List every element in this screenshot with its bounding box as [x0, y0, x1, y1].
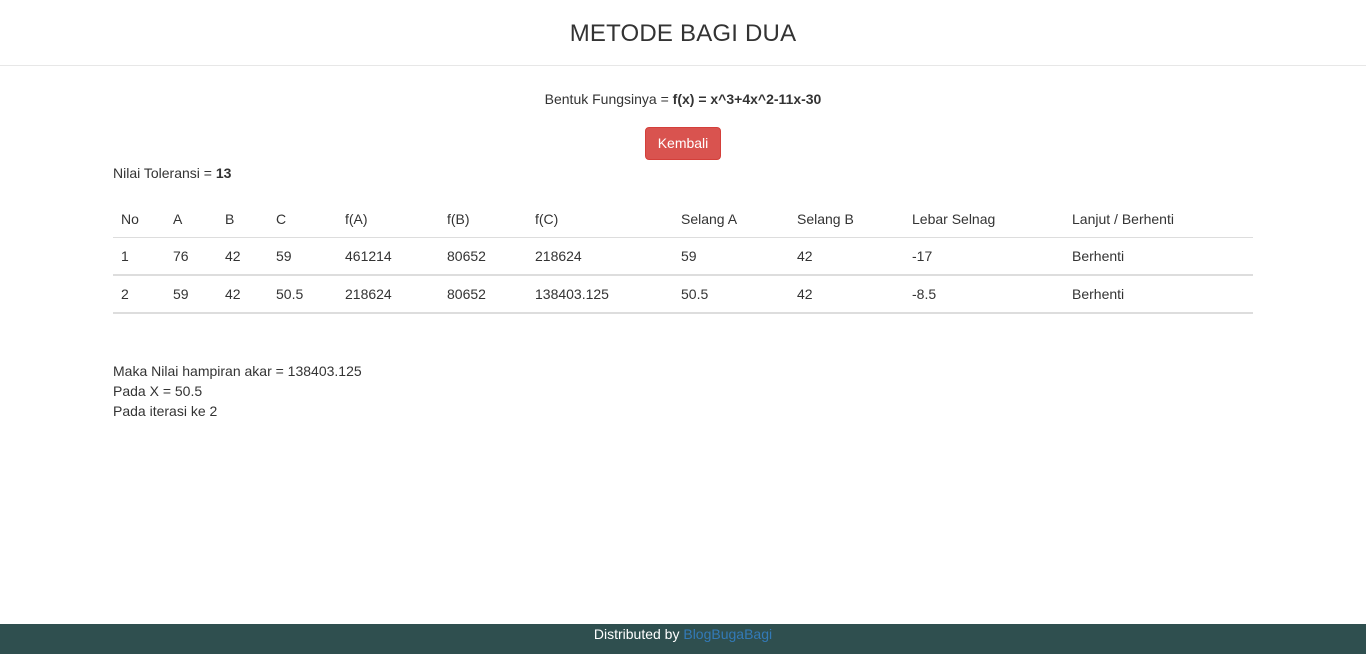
table-cell: 59 — [165, 275, 217, 314]
table-cell: Berhenti — [1064, 275, 1253, 314]
summary: Maka Nilai hampiran akar = 138403.125 Pa… — [113, 361, 1253, 421]
column-header: Lanjut / Berhenti — [1064, 201, 1253, 238]
table-cell: 218624 — [337, 275, 439, 314]
button-row: Kembali — [113, 127, 1253, 161]
table-cell: 50.5 — [268, 275, 337, 314]
tolerance-line: Nilai Toleransi = 13 — [113, 163, 1253, 183]
table-cell: 42 — [789, 275, 904, 314]
table-cell: 1 — [113, 237, 165, 276]
table-cell: -8.5 — [904, 275, 1064, 314]
table-cell: 218624 — [527, 237, 673, 276]
main-content: Bentuk Fungsinya = f(x) = x^3+4x^2-11x-3… — [113, 67, 1253, 421]
column-header: f(C) — [527, 201, 673, 238]
tolerance-value: 13 — [215, 165, 232, 181]
table-cell: 461214 — [337, 237, 439, 276]
table-cell: 50.5 — [673, 275, 789, 314]
table-row: 1 76 42 59 461214 80652 218624 59 42 -17… — [113, 237, 1253, 276]
table-cell: 42 — [789, 237, 904, 276]
table-cell: 76 — [165, 237, 217, 276]
column-header: Selang B — [789, 201, 904, 238]
table-cell: 59 — [268, 237, 337, 276]
column-header: f(A) — [337, 201, 439, 238]
function-expression: f(x) = x^3+4x^2-11x-30 — [672, 91, 822, 107]
table-cell: 80652 — [439, 237, 527, 276]
function-line: Bentuk Fungsinya = f(x) = x^3+4x^2-11x-3… — [113, 89, 1253, 109]
table-cell: 59 — [673, 237, 789, 276]
x-value-line: Pada X = 50.5 — [113, 383, 203, 399]
table-cell: 80652 — [439, 275, 527, 314]
column-header: Selang A — [673, 201, 789, 238]
footer: Distributed by BlogBugaBagi — [0, 624, 1366, 654]
result-table: No A B C f(A) f(B) f(C) Selang A Selang … — [113, 201, 1253, 314]
table-row: 2 59 42 50.5 218624 80652 138403.125 50.… — [113, 275, 1253, 314]
table-cell: 42 — [217, 275, 268, 314]
page-title: METODE BAGI DUA — [569, 20, 797, 47]
table-cell: 2 — [113, 275, 165, 314]
approx-root-line: Maka Nilai hampiran akar = 138403.125 — [113, 363, 362, 379]
column-header: Lebar Selnag — [904, 201, 1064, 238]
footer-text: Distributed by — [593, 626, 684, 642]
iteration-line: Pada iterasi ke 2 — [113, 403, 218, 419]
footer-link[interactable]: BlogBugaBagi — [683, 626, 772, 642]
table-cell: -17 — [904, 237, 1064, 276]
table-cell: 42 — [217, 237, 268, 276]
column-header: C — [268, 201, 337, 238]
column-header: No — [113, 201, 165, 238]
function-label: Bentuk Fungsinya = — [544, 91, 673, 107]
tolerance-label: Nilai Toleransi = — [113, 165, 216, 181]
column-header: B — [217, 201, 268, 238]
column-header: A — [165, 201, 217, 238]
table-header-row: No A B C f(A) f(B) f(C) Selang A Selang … — [113, 201, 1253, 238]
table-cell: Berhenti — [1064, 237, 1253, 276]
column-header: f(B) — [439, 201, 527, 238]
back-button[interactable]: Kembali — [644, 127, 722, 160]
table-cell: 138403.125 — [527, 275, 673, 314]
page-header: METODE BAGI DUA — [0, 0, 1366, 66]
page: METODE BAGI DUA Bentuk Fungsinya = f(x) … — [0, 0, 1366, 654]
